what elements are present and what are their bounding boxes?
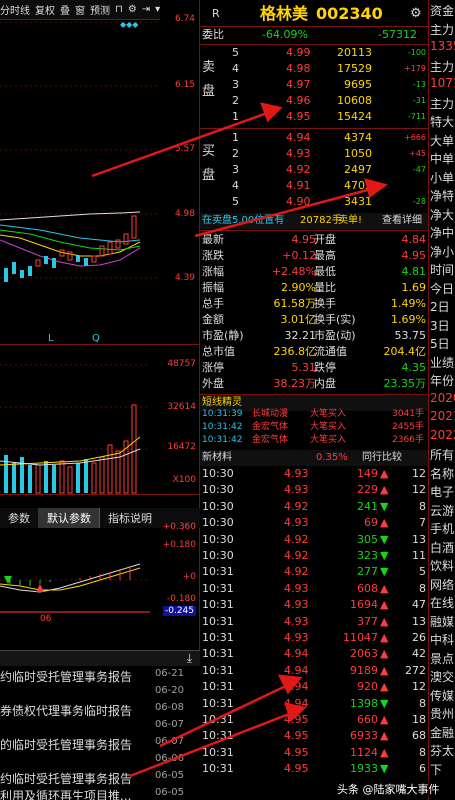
annotation-arrows — [91, 102, 388, 778]
watermark: 头条 @陆家嘴大事件 — [334, 780, 443, 798]
